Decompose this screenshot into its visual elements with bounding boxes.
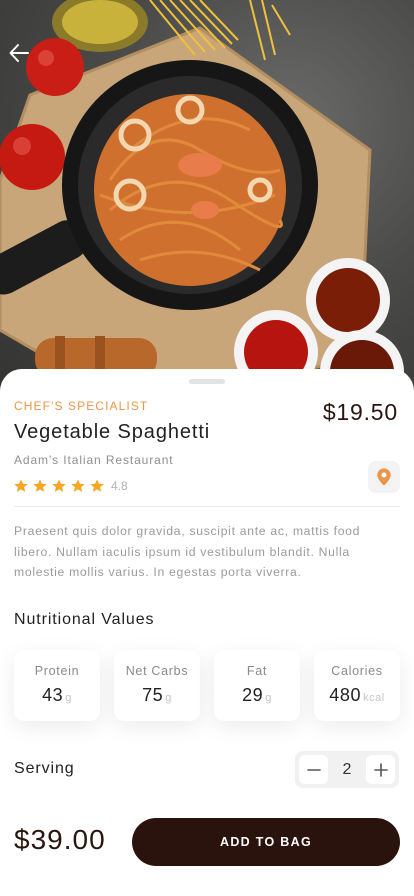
star-icon (90, 479, 104, 492)
star-icon (52, 479, 66, 492)
sheet-handle[interactable] (189, 379, 225, 384)
nutrition-value: 480 kcal (329, 685, 385, 705)
specialty-tag: CHEF'S SPECIALIST (14, 399, 149, 413)
hero-image (0, 0, 414, 400)
rating-value: 4.8 (111, 479, 128, 493)
location-button[interactable] (368, 461, 400, 493)
map-pin-icon (377, 468, 391, 486)
dish-photo (0, 0, 404, 400)
nutrition-card-protein: Protein 43 g (14, 650, 100, 721)
serving-count: 2 (342, 760, 352, 778)
rating: 4.8 (13, 478, 128, 494)
dish-description: Praesent quis dolor gravida, suscipit an… (14, 524, 361, 579)
star-icon (71, 479, 85, 492)
serving-stepper: 2 (295, 751, 399, 788)
nutrition-label: Protein (34, 664, 80, 678)
serving-label: Serving (14, 760, 75, 777)
nutrition-card-net-carbs: Net Carbs 75 g (114, 650, 200, 721)
minus-icon (306, 768, 321, 771)
restaurant-name[interactable]: Adam's Italian Restaurant (14, 453, 174, 467)
nutrition-card-fat: Fat 29 g (214, 650, 300, 721)
nutrition-label: Net Carbs (125, 664, 189, 678)
nutrition-cards: Protein 43 g Net Carbs 75 g Fat 29 g Calori… (14, 650, 400, 721)
nutrition-value: 75 g (142, 685, 172, 705)
unit-price: $19.50 (322, 399, 398, 425)
arrow-left-icon (9, 44, 29, 62)
increment-button[interactable] (366, 755, 395, 784)
product-detail-sheet: CHEF'S SPECIALIST $19.50 Vegetable Spagh… (0, 369, 414, 896)
nutrition-label: Fat (246, 664, 268, 678)
back-button[interactable] (8, 42, 40, 74)
add-to-bag-button[interactable]: ADD TO BAG (132, 818, 400, 866)
star-icon (14, 479, 28, 492)
nutrition-value: 43 g (42, 685, 72, 705)
nutrition-label: Calories (331, 664, 383, 678)
plus-icon (373, 762, 388, 777)
total-price: $39.00 (14, 824, 106, 855)
star-icon (33, 479, 47, 492)
dish-title: Vegetable Spaghetti (14, 421, 211, 443)
nutrition-value: 29 g (242, 685, 272, 705)
nutrition-title: Nutritional Values (14, 611, 155, 628)
decrement-button[interactable] (299, 755, 328, 784)
divider (14, 506, 400, 507)
nutrition-card-calories: Calories 480 kcal (314, 650, 400, 721)
